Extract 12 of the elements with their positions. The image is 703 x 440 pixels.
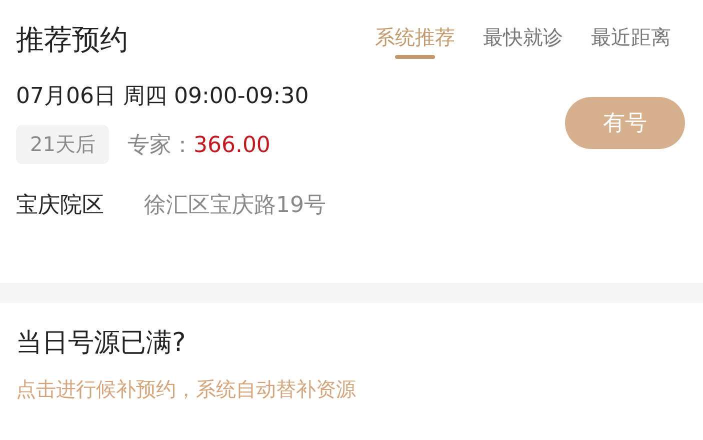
available-button[interactable]: 有号 bbox=[565, 96, 685, 148]
waitlist-link[interactable]: 点击进行候补预约，系统自动替补资源 bbox=[16, 376, 687, 403]
campus-name: 宝庆院区 bbox=[16, 192, 104, 220]
address-text: 徐汇区宝庆路19号 bbox=[144, 192, 326, 220]
waitlist-title: 当日号源已满? bbox=[16, 327, 187, 360]
days-tag: 21天后 bbox=[16, 125, 110, 164]
fee-text: 专家：366.00 bbox=[127, 132, 270, 160]
tab[interactable]: 最近距离 bbox=[591, 20, 671, 59]
tab[interactable]: 最快就诊 bbox=[483, 20, 563, 59]
appointment-time: 07月06日 周四 09:00-09:30 bbox=[16, 83, 309, 111]
tab[interactable]: 系统推荐 bbox=[375, 20, 455, 59]
section-title: 推荐预约 bbox=[16, 22, 128, 58]
